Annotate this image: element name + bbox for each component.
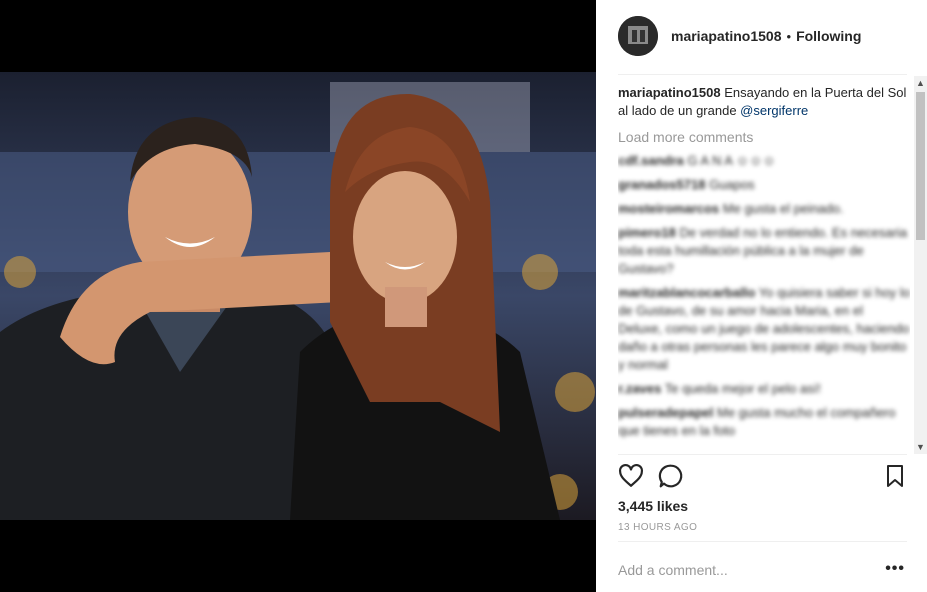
list-item: pimero18 De verdad no lo entiendo. Es ne…	[618, 224, 910, 278]
comment-bubble-icon[interactable]	[658, 463, 684, 489]
comment-text: Guapos	[709, 177, 755, 192]
scrollbar-thumb[interactable]	[916, 92, 925, 240]
load-more-comments-button[interactable]: Load more comments	[618, 128, 910, 146]
comments-list[interactable]: mariapatino1508 Ensayando en la Puerta d…	[618, 84, 910, 454]
caption-username[interactable]: mariapatino1508	[618, 85, 721, 100]
scroll-up-arrow-icon[interactable]: ▲	[914, 76, 927, 90]
list-item: mosteiromarcos Me gusta el peinado.	[618, 200, 910, 218]
comments-scrollbar[interactable]: ▲ ▼	[914, 76, 927, 454]
comment-username[interactable]: mosteiromarcos	[618, 201, 719, 216]
action-bar	[618, 463, 907, 491]
bookmark-icon[interactable]	[885, 463, 905, 489]
comment-bubble-icon-glyph	[658, 464, 683, 488]
comment-username[interactable]: granados5718	[618, 177, 705, 192]
heart-icon[interactable]	[618, 463, 644, 489]
heart-icon-glyph	[619, 463, 643, 487]
bookmark-icon-glyph	[887, 465, 903, 487]
following-button[interactable]: Following	[796, 28, 861, 44]
avatar-image	[618, 16, 658, 56]
list-item: granados5718 Guapos	[618, 176, 910, 194]
comment-username[interactable]: r.zaves	[618, 381, 661, 396]
more-options-button[interactable]: •••	[885, 560, 905, 578]
scroll-down-arrow-icon[interactable]: ▼	[914, 440, 927, 454]
list-item: pulseradepapel Me gusta mucho el compañe…	[618, 404, 910, 440]
post-photo-image	[0, 72, 596, 520]
header-username[interactable]: mariapatino1508	[671, 28, 782, 44]
caption-mention[interactable]: @sergiferre	[740, 103, 808, 118]
comment-text: G A N A ☺☺☺	[687, 153, 776, 168]
comment-username[interactable]: maritzablancocarballo	[618, 285, 755, 300]
comment-username[interactable]: pulseradepapel	[618, 405, 713, 420]
list-item: r.zaves Te queda mejor el pelo así!	[618, 380, 910, 398]
comment-username[interactable]: pimero18	[618, 225, 676, 240]
post-timestamp[interactable]: 13 HOURS AGO	[618, 522, 697, 533]
add-comment-input[interactable]	[618, 562, 868, 578]
divider	[618, 541, 907, 542]
avatar[interactable]	[618, 16, 658, 56]
likes-count[interactable]: 3,445 likes	[618, 498, 688, 514]
comment-username[interactable]: cdf.sandra	[618, 153, 684, 168]
header-separator: •	[786, 28, 792, 44]
list-item: cdf.sandra G A N A ☺☺☺	[618, 152, 910, 170]
divider	[618, 454, 907, 455]
comment-text: Te queda mejor el pelo así!	[664, 381, 821, 396]
divider	[618, 74, 907, 75]
post-photo[interactable]	[0, 72, 596, 520]
media-panel	[0, 0, 596, 592]
caption: mariapatino1508 Ensayando en la Puerta d…	[618, 84, 910, 120]
post-header: mariapatino1508 • Following	[618, 14, 907, 58]
list-item: maritzablancocarballo Yo quisiera saber …	[618, 284, 910, 374]
comment-text: Me gusta el peinado.	[722, 201, 844, 216]
